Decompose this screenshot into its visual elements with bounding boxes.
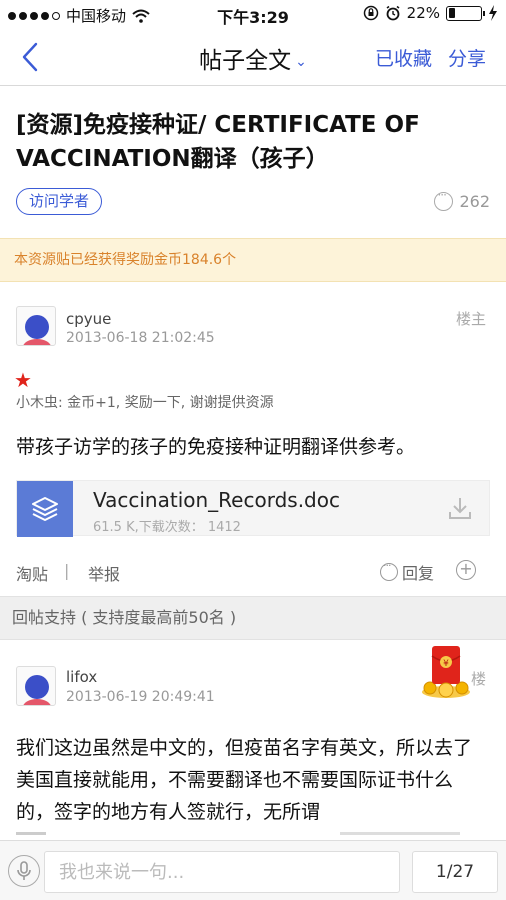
floor-label: 楼 xyxy=(470,670,486,688)
favorite-button[interactable]: 已收藏 xyxy=(375,44,432,71)
attachment-name: Vaccination_Records.doc xyxy=(93,488,340,512)
comment-bar: 1/27 xyxy=(0,840,506,900)
rotation-lock-icon xyxy=(363,5,378,21)
category-tag[interactable]: 访问学者 xyxy=(16,188,103,215)
post-title: [资源]免疫接种证/ CERTIFICATE OF VACCINATION翻译（… xyxy=(16,112,420,172)
floor-label: 楼主 xyxy=(455,310,486,328)
view-count-value: 262 xyxy=(459,192,490,211)
reply-label: 回复 xyxy=(402,564,435,583)
page-title-text: 帖子全文 xyxy=(199,48,292,74)
reward-note: 小木虫: 金币+1, 奖励一下, 谢谢提供资源 xyxy=(16,395,274,411)
tao-button[interactable]: 淘贴 xyxy=(16,561,48,585)
avatar[interactable] xyxy=(16,306,56,346)
post-timestamp: 2013-06-19 20:49:41 xyxy=(66,689,215,705)
post-body: 带孩子访学的孩子的免疫接种证明翻译供参考。 xyxy=(16,436,416,458)
attachment-card[interactable]: Vaccination_Records.doc 61.5 K,下载次数： 141… xyxy=(16,480,490,537)
comment-count-icon xyxy=(434,188,454,211)
post-author[interactable]: lifox xyxy=(66,668,97,686)
document-icon xyxy=(17,481,73,537)
red-packet-icon[interactable]: ¥ xyxy=(418,642,474,700)
reward-banner: 本资源贴已经获得奖励金币184.6个 xyxy=(0,238,506,282)
star-icon: ★ xyxy=(14,368,32,392)
status-right: 22% xyxy=(363,4,498,22)
battery-percent: 22% xyxy=(406,4,440,22)
charging-icon xyxy=(489,5,497,21)
action-separator: | xyxy=(64,561,70,580)
battery-icon xyxy=(446,5,485,21)
reply-button[interactable]: 回复 xyxy=(380,559,435,584)
post-timestamp: 2013-06-18 21:02:45 xyxy=(66,330,215,346)
download-icon[interactable] xyxy=(447,495,473,521)
section-header: 回帖支持 ( 支持度最高前50名 ) xyxy=(0,596,506,640)
alarm-icon xyxy=(386,5,400,21)
share-button[interactable]: 分享 xyxy=(448,44,486,71)
microphone-button[interactable] xyxy=(8,855,40,887)
view-count: 262 xyxy=(434,188,490,211)
plus-button[interactable]: + xyxy=(456,560,476,580)
attachment-meta: 61.5 K,下载次数： 1412 xyxy=(93,520,241,535)
post-author[interactable]: cpyue xyxy=(66,310,111,328)
microphone-icon xyxy=(17,861,31,880)
report-button[interactable]: 举报 xyxy=(88,561,120,585)
status-bar: 中国移动 下午3:29 22% xyxy=(0,0,506,28)
nav-bar: 帖子全文 ⌄ 已收藏 分享 xyxy=(0,28,506,86)
post-actions: 淘贴 | 举报 回复 + xyxy=(0,558,506,588)
comment-input[interactable] xyxy=(44,851,400,893)
page-indicator[interactable]: 1/27 xyxy=(412,851,498,893)
svg-text:¥: ¥ xyxy=(443,659,449,669)
avatar[interactable] xyxy=(16,666,56,706)
chevron-down-icon: ⌄ xyxy=(295,53,307,70)
post-body: 我们这边虽然是中文的，但疫苗名字有英文，所以去了美国直接就能用，不需要翻译也不需… xyxy=(16,737,473,823)
reply-icon xyxy=(380,559,398,581)
